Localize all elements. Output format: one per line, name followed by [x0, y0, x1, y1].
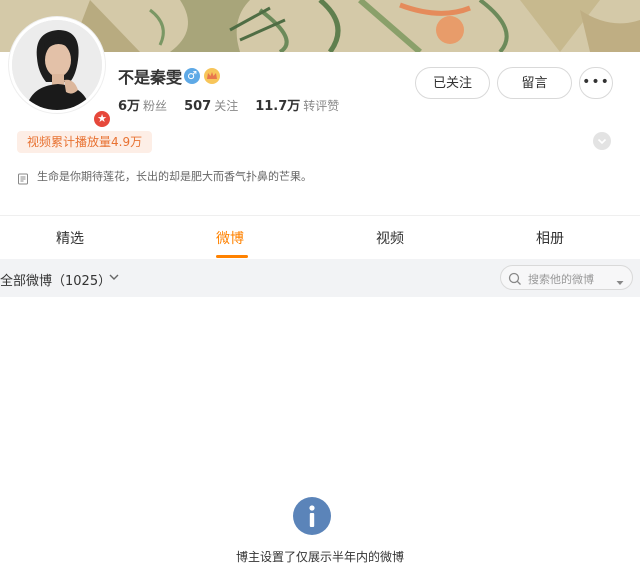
bio-icon — [17, 170, 29, 185]
crown-icon — [203, 67, 221, 85]
divider — [0, 215, 640, 216]
search-icon — [508, 271, 522, 285]
tab-weibo[interactable]: 微博 — [216, 228, 244, 248]
following-count: 507 — [184, 99, 212, 114]
likes-stat: 11.7万 转评赞 — [255, 99, 356, 114]
fans-stat[interactable]: 6万 粉丝 — [118, 99, 184, 114]
search-placeholder: 搜索他的微博 — [528, 273, 594, 286]
more-icon: ••• — [582, 74, 610, 90]
chevron-down-icon[interactable] — [107, 269, 121, 283]
male-icon: ♂ — [184, 68, 200, 84]
filter-bar: 全部微博（1025） 搜索他的微博 — [0, 259, 640, 297]
fans-count: 6万 — [118, 99, 141, 114]
following-stat[interactable]: 507 关注 — [184, 99, 255, 114]
following-label: 关注 — [214, 99, 239, 113]
profile-bio: 生命是你期待莲花，长出的却是肥大而香气扑鼻的芒果。 — [37, 170, 312, 183]
active-tab-indicator — [216, 255, 248, 258]
tab-album[interactable]: 相册 — [536, 228, 564, 248]
following-button[interactable]: 已关注 — [415, 67, 490, 99]
empty-state-text: 博主设置了仅展示半年内的微博 — [235, 550, 404, 564]
fans-label: 粉丝 — [143, 99, 168, 113]
search-input[interactable]: 搜索他的微博 — [500, 265, 633, 290]
more-button[interactable]: ••• — [579, 67, 613, 99]
tab-video[interactable]: 视频 — [376, 228, 404, 248]
all-weibo-filter[interactable]: 全部微博（1025） — [0, 270, 111, 289]
video-plays-badge: 视频累计播放量4.9万 — [17, 131, 153, 153]
message-button[interactable]: 留言 — [497, 67, 572, 99]
likes-label: 转评赞 — [303, 99, 340, 113]
tab-featured[interactable]: 精选 — [56, 228, 84, 248]
expand-chevron-icon[interactable] — [593, 132, 611, 150]
profile-name: 不是秦雯 — [118, 68, 183, 87]
profile-stats: 6万 粉丝 507 关注 11.7万 转评赞 — [118, 95, 356, 114]
avatar-image — [12, 20, 102, 110]
dropdown-caret-icon[interactable] — [615, 273, 625, 285]
likes-count: 11.7万 — [255, 99, 301, 114]
info-icon — [293, 497, 331, 535]
avatar[interactable]: ★ — [9, 17, 112, 129]
verified-badge-icon: ★ — [92, 109, 112, 129]
